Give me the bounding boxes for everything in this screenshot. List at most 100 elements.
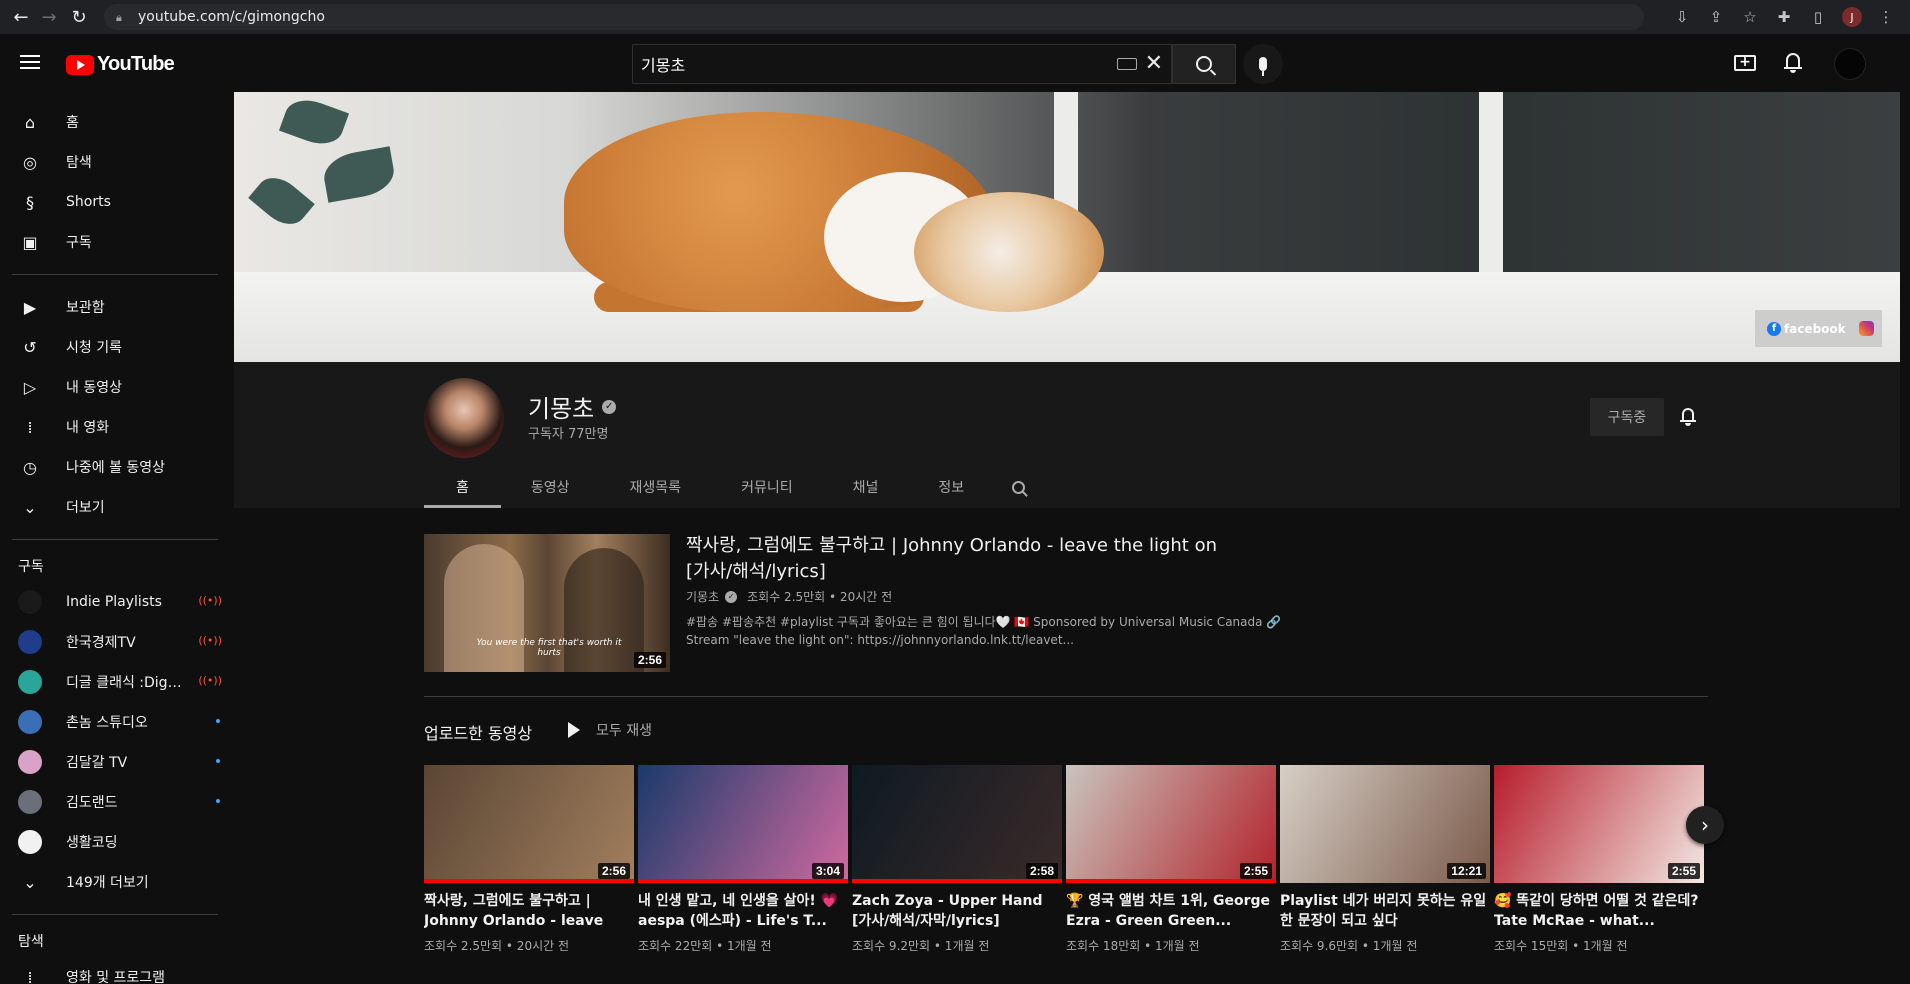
video-title[interactable]: Zach Zoya - Upper Hand [가사/해석/자막/lyrics] <box>852 891 1062 931</box>
video-thumbnail[interactable]: 2:55 <box>1066 765 1276 883</box>
video-thumbnail[interactable]: 2:56 <box>424 765 634 883</box>
thumbnail-subtitle: You were the first that's worth it hurts <box>476 638 622 658</box>
video-thumbnail[interactable]: 3:04 <box>638 765 848 883</box>
banner-leaf <box>248 168 315 234</box>
sidebar-item-show-more[interactable]: ⌄ 더보기 <box>0 487 234 527</box>
address-bar[interactable]: 🔒︎ youtube.com/c/gimongcho <box>104 4 1644 30</box>
banner-leaf <box>278 92 350 152</box>
video-title[interactable]: 짝사랑, 그럼에도 불구하고 | Johnny Orlando - leave … <box>424 891 634 931</box>
browser-toolbar: ← → ↻ 🔒︎ youtube.com/c/gimongcho ⇩ ⇪ ☆ ✚… <box>0 0 1910 34</box>
sidebar-item-history[interactable]: ↺ 시청 기록 <box>0 327 234 367</box>
extensions-icon[interactable]: ✚ <box>1770 3 1798 31</box>
featured-video-title[interactable]: 짝사랑, 그럼에도 불구하고 | Johnny Orlando - leave … <box>686 533 1226 585</box>
thumb-figure <box>444 544 524 672</box>
reload-icon[interactable]: ↻ <box>64 2 94 32</box>
youtube-logo[interactable]: YouTube <box>66 53 175 76</box>
video-duration: 3:04 <box>811 863 844 879</box>
verified-badge-icon: ✓ <box>725 590 738 603</box>
install-icon[interactable]: ⇩ <box>1668 3 1696 31</box>
channel-search-button[interactable] <box>1012 466 1032 508</box>
channel-avatar <box>18 830 42 854</box>
video-thumbnail[interactable]: 2:55 <box>1494 765 1704 883</box>
sidebar-subscription-item[interactable]: 김달갈 TV <box>0 742 234 782</box>
video-thumbnail[interactable]: 2:58 <box>852 765 1062 883</box>
video-card[interactable]: 2:55 🏆 영국 앨범 차트 1위, George Ezra - Green G… <box>1066 765 1276 954</box>
featured-channel-name[interactable]: 기몽초 <box>686 588 719 605</box>
video-meta: 조회수 2.5만회 • 20시간 전 <box>424 939 570 953</box>
notifications-bell-icon[interactable] <box>1783 53 1803 73</box>
sidebar-item-my-movies[interactable]: ⁞ 내 영화 <box>0 407 234 447</box>
tab-home[interactable]: 홈 <box>424 466 501 508</box>
video-title[interactable]: 🏆 영국 앨범 차트 1위, George Ezra - Green Green… <box>1066 891 1276 931</box>
sidebar-item-home[interactable]: ⌂ 홈 <box>0 102 234 142</box>
back-arrow-icon[interactable]: ← <box>6 2 36 32</box>
sidebar-item-explore[interactable]: ◎ 탐색 <box>0 142 234 182</box>
search-button[interactable] <box>1172 44 1236 84</box>
sidebar-subscription-item[interactable]: 디글 클래식 :Diggl... ((•)) <box>0 662 234 702</box>
clear-search-icon[interactable]: ✕ <box>1145 51 1163 77</box>
sidebar-item-my-videos[interactable]: ▷ 내 동영상 <box>0 367 234 407</box>
video-card[interactable]: 12:21 Playlist 네가 버리지 못하는 유일한 문장이 되고 싶다 조회… <box>1280 765 1490 954</box>
watch-progress-bar <box>424 879 634 883</box>
channel-avatar <box>18 790 42 814</box>
sidebar-subscription-item[interactable]: 촌놈 스튜디오 <box>0 702 234 742</box>
sidebar-item-label: 홈 <box>66 115 79 131</box>
social-links[interactable]: f facebook <box>1755 310 1882 347</box>
logo-text: YouTube <box>97 53 175 75</box>
shelf-next-button[interactable]: › <box>1686 806 1724 844</box>
create-video-icon[interactable]: + <box>1734 55 1756 71</box>
search-input[interactable]: 기몽초 ✕ <box>632 44 1172 84</box>
tab-community[interactable]: 커뮤니티 <box>713 466 825 508</box>
video-card[interactable]: 2:55 🥰 똑같이 당하면 어떨 것 같은데? Tate McRae - wha… <box>1494 765 1704 954</box>
play-all-button[interactable]: 모두 재생 <box>568 720 652 740</box>
keyboard-icon[interactable] <box>1117 58 1137 70</box>
channel-avatar <box>18 590 42 614</box>
sidebar-item-label: 내 영화 <box>66 420 110 436</box>
featured-video-thumbnail[interactable]: You were the first that's worth it hurts… <box>424 534 670 672</box>
page-scrollbar[interactable] <box>1900 34 1910 984</box>
sidebar-item-show-more-subs[interactable]: ⌄ 149개 더보기 <box>0 862 234 902</box>
watch-progress-bar <box>638 879 848 883</box>
video-duration: 2:55 <box>1667 863 1700 879</box>
channel-notification-bell-icon[interactable] <box>1678 408 1698 428</box>
video-meta: 조회수 18만회 • 1개월 전 <box>1066 939 1200 953</box>
sidebar-subscription-item[interactable]: Indie Playlists ((•)) <box>0 582 234 622</box>
video-title[interactable]: Playlist 네가 버리지 못하는 유일한 문장이 되고 싶다 <box>1280 891 1490 931</box>
sidebar-subscription-item[interactable]: 한국경제TV ((•)) <box>0 622 234 662</box>
lock-icon: 🔒︎ <box>116 11 122 24</box>
sidebar-item-movies-shows[interactable]: ⁞ 영화 및 프로그램 <box>0 957 234 984</box>
hamburger-menu-icon[interactable] <box>18 51 42 75</box>
bookmark-star-icon[interactable]: ☆ <box>1736 3 1764 31</box>
video-card[interactable]: 2:58 Zach Zoya - Upper Hand [가사/해석/자막/lyr… <box>852 765 1062 954</box>
browser-menu-icon[interactable]: ⋮ <box>1872 3 1900 31</box>
channel-avatar <box>18 710 42 734</box>
side-panel-icon[interactable]: ▯ <box>1804 3 1832 31</box>
video-card[interactable]: 2:56 짝사랑, 그럼에도 불구하고 | Johnny Orlando - le… <box>424 765 634 954</box>
video-thumbnail[interactable]: 12:21 <box>1280 765 1490 883</box>
tab-videos[interactable]: 동영상 <box>501 466 602 508</box>
subscribed-button[interactable]: 구독중 <box>1590 398 1664 436</box>
profile-button[interactable]: J <box>1838 3 1866 31</box>
sidebar-item-library[interactable]: ▶ 보관함 <box>0 287 234 327</box>
tab-channels[interactable]: 채널 <box>825 466 911 508</box>
sidebar-item-label: 149개 더보기 <box>66 875 149 891</box>
watch-progress-bar <box>852 879 1062 883</box>
tab-about[interactable]: 정보 <box>910 466 996 508</box>
voice-search-button[interactable] <box>1243 44 1283 84</box>
video-title[interactable]: 🥰 똑같이 당하면 어떨 것 같은데? Tate McRae - what... <box>1494 891 1704 931</box>
account-avatar[interactable] <box>1834 48 1866 80</box>
sidebar-item-watch-later[interactable]: ◷ 나중에 볼 동영상 <box>0 447 234 487</box>
sidebar-item-subscriptions[interactable]: ▣ 구독 <box>0 222 234 262</box>
sidebar-subscription-item[interactable]: 생활코딩 <box>0 822 234 862</box>
share-icon[interactable]: ⇪ <box>1702 3 1730 31</box>
sidebar-item-shorts[interactable]: § Shorts <box>0 182 234 222</box>
facebook-icon: f <box>1767 321 1781 336</box>
video-title[interactable]: 내 인생 맡고, 네 인생을 살아! 💗 aespa (에스파) - Life'… <box>638 891 848 931</box>
tab-playlists[interactable]: 재생목록 <box>602 466 714 508</box>
forward-arrow-icon[interactable]: → <box>34 2 64 32</box>
sidebar-subscription-item[interactable]: 김도랜드 <box>0 782 234 822</box>
instagram-icon[interactable] <box>1859 321 1874 336</box>
uploads-shelf-title[interactable]: 업로드한 동영상 <box>424 720 532 744</box>
facebook-link[interactable]: facebook <box>1784 322 1846 336</box>
video-card[interactable]: 3:04 내 인생 맡고, 네 인생을 살아! 💗 aespa (에스파) - L… <box>638 765 848 954</box>
